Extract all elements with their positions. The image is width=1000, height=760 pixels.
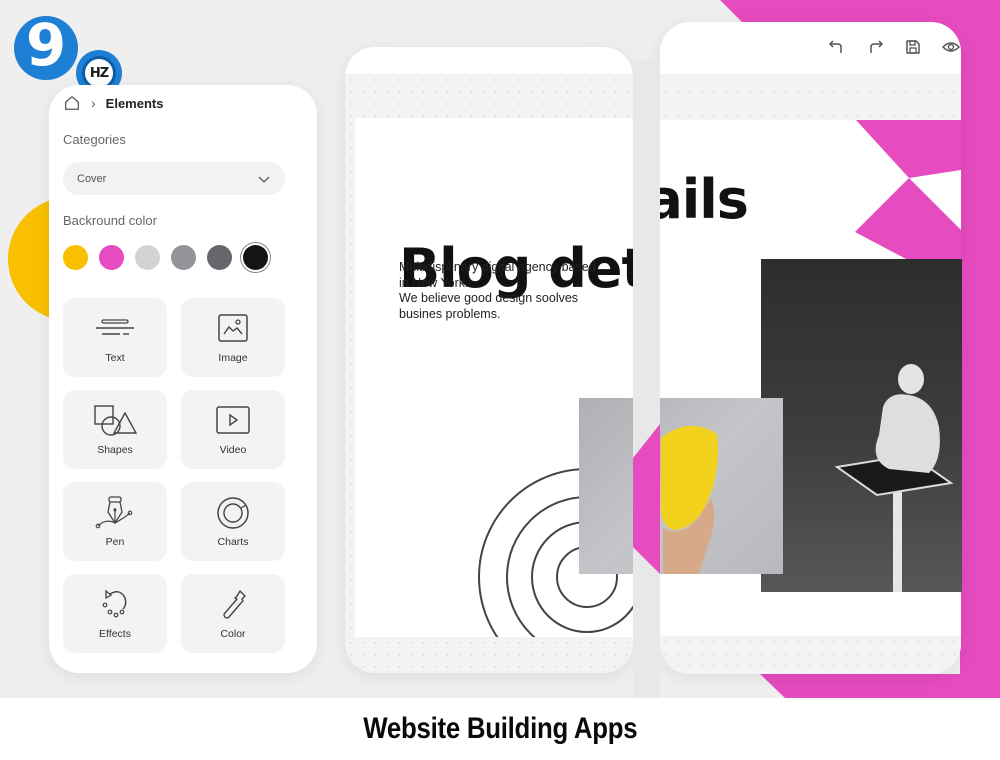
text-lines-icon: [96, 318, 134, 335]
sculpture-illustration: [834, 364, 954, 592]
tile-video[interactable]: Video: [181, 390, 285, 469]
pink-right-band: [960, 40, 1000, 698]
pen-tool-icon: [95, 495, 133, 528]
breadcrumb-current: Elements: [105, 95, 164, 111]
category-select[interactable]: Cover: [63, 162, 285, 195]
canvas-preview-left: Blog details Multidisplinary digital age…: [345, 47, 633, 673]
undo-icon: [828, 40, 842, 53]
tile-label: Shapes: [97, 443, 133, 456]
swatch-pink[interactable]: [99, 245, 124, 270]
swatch-yellow[interactable]: [63, 245, 88, 270]
tile-label: Color: [220, 627, 246, 640]
save-button[interactable]: [903, 37, 923, 57]
tile-label: Charts: [217, 535, 249, 548]
blog-title-continued: Blog details: [660, 168, 749, 231]
caption-bar: Website Building Apps: [0, 698, 1000, 760]
tile-label: Image: [218, 351, 248, 364]
image-icon: [218, 313, 248, 342]
swatch-dark-gray[interactable]: [207, 245, 232, 270]
phone-gap: [633, 60, 660, 698]
tile-text[interactable]: Text: [63, 298, 167, 377]
chevron-right-icon: ›: [91, 95, 96, 111]
home-icon[interactable]: [63, 94, 81, 112]
effects-icon: [102, 589, 127, 617]
yellow-bust-photo[interactable]: [579, 398, 783, 574]
undo-button[interactable]: [827, 37, 847, 57]
caption-title: Website Building Apps: [362, 712, 638, 745]
tile-label: Video: [219, 443, 247, 456]
tile-label: Pen: [105, 535, 125, 548]
redo-button[interactable]: [865, 37, 885, 57]
chevron-down-icon: [258, 175, 270, 183]
color-swatches: [63, 245, 268, 270]
sculpture-photo[interactable]: [761, 259, 962, 592]
swatch-gray[interactable]: [171, 245, 196, 270]
tile-label: Text: [105, 351, 125, 364]
canvas-grid-bottom: [660, 636, 961, 674]
video-play-icon: [216, 405, 250, 434]
description-line: busines problems.: [399, 306, 501, 321]
canvas-grid-bottom: [345, 637, 633, 673]
tile-label: Effects: [99, 627, 131, 640]
categories-label: Categories: [63, 132, 126, 147]
save-icon: [906, 40, 920, 54]
tile-image[interactable]: Image: [181, 298, 285, 377]
canvas-grid-side: [345, 118, 355, 638]
element-tiles: Text Image Shapes Video Pen Charts Effec…: [63, 298, 285, 653]
background-color-label: Backround color: [63, 213, 157, 228]
breadcrumb: › Elements: [63, 93, 163, 113]
promo-stage: 9 HZ › Elements Categories Cover Backrou…: [0, 0, 1000, 698]
elements-panel: › Elements Categories Cover Backround co…: [49, 85, 317, 673]
canvas-grid-top: [660, 74, 961, 120]
yellow-bust-illustration: [660, 425, 718, 574]
eye-icon: [942, 42, 960, 52]
preview-button[interactable]: [941, 37, 961, 57]
description-line: Multidisplinary digital agency based: [399, 260, 596, 274]
shapes-icon: [94, 404, 138, 436]
brand-logo: 9 HZ: [14, 16, 122, 96]
tile-pen[interactable]: Pen: [63, 482, 167, 561]
redo-icon: [870, 40, 884, 53]
donut-chart-icon: [217, 496, 249, 529]
swatch-black[interactable]: [243, 245, 268, 270]
pink-bottom-band: [760, 674, 1000, 698]
category-select-value: Cover: [77, 172, 107, 185]
tile-color[interactable]: Color: [181, 574, 285, 653]
tile-charts[interactable]: Charts: [181, 482, 285, 561]
pink-gap-shape: [633, 424, 660, 574]
tile-effects[interactable]: Effects: [63, 574, 167, 653]
logo-text: 9: [25, 11, 67, 79]
eyedropper-icon: [223, 589, 246, 619]
canvas-grid-top: [345, 74, 633, 118]
editor-toolbar: [827, 34, 961, 60]
swatch-light-gray[interactable]: [135, 245, 160, 270]
description-line: in New York.: [399, 275, 469, 290]
logo-circle: 9: [14, 16, 78, 80]
tile-shapes[interactable]: Shapes: [63, 390, 167, 469]
blog-description[interactable]: Multidisplinary digital agency based in …: [399, 260, 633, 322]
description-line: We believe good design soolves: [399, 291, 579, 305]
